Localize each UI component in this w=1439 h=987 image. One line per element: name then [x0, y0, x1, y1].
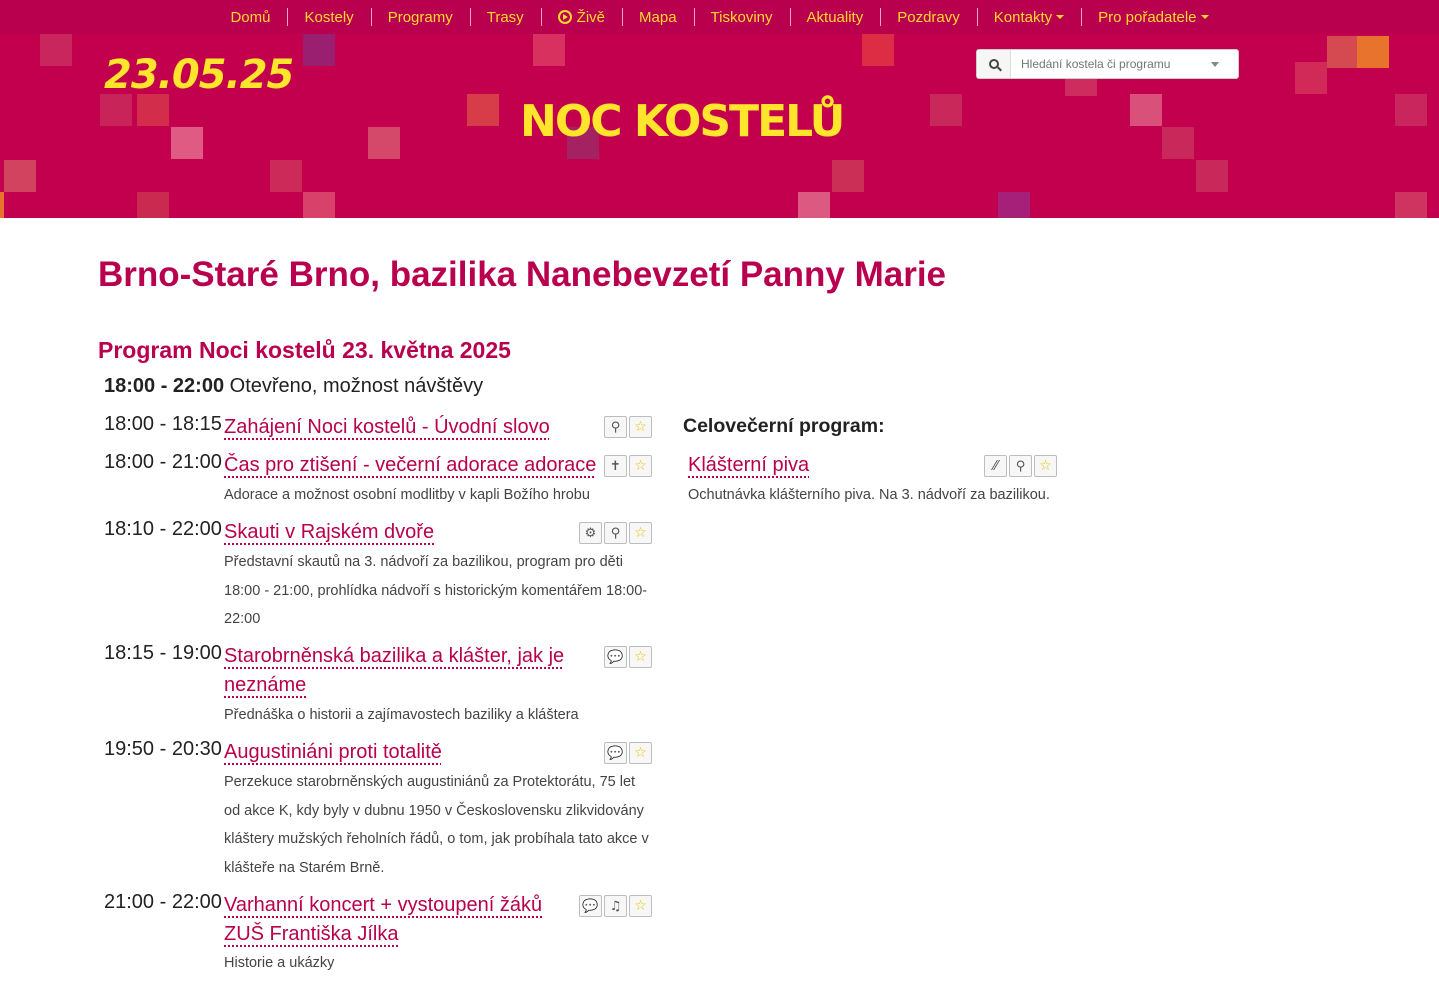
people-icon[interactable]: ⚲	[604, 416, 627, 438]
program-icons: 💬 ♫ ☆	[579, 895, 652, 917]
program-item: 21:00 - 22:00 Varhanní koncert + vystoup…	[104, 891, 660, 981]
program-title-link[interactable]: Starobrněnská bazilika a klášter, jak je…	[224, 642, 584, 700]
evening-program-item: Klášterní piva Ochutnávka klášterního pi…	[568, 451, 1068, 511]
program-item: 18:10 - 22:00 Skauti v Rajském dvoře Pře…	[104, 518, 660, 633]
star-icon[interactable]: ☆	[629, 416, 652, 438]
program-title-link[interactable]: Augustiniáni proti totalitě	[224, 738, 442, 767]
nav-item-zive[interactable]: Živě	[540, 0, 622, 34]
program-item: 18:00 - 18:15 Zahájení Noci kostelů - Úv…	[104, 413, 660, 443]
program-icons: ⚲ ☆	[604, 416, 652, 438]
opening-text: Otevřeno, možnost návštěvy	[229, 375, 484, 397]
program-title-link[interactable]: Čas pro ztišení - večerní adorace adorac…	[224, 451, 596, 480]
nav-item-mapa[interactable]: Mapa	[622, 0, 694, 34]
play-icon	[557, 10, 572, 24]
program-time: 19:50 - 20:30	[104, 738, 222, 760]
nav-item-aktuality[interactable]: Aktuality	[789, 0, 881, 34]
nav-item-programy[interactable]: Programy	[370, 0, 470, 34]
talk-icon[interactable]: 💬	[604, 646, 627, 668]
evening-title-link[interactable]: Klášterní piva	[688, 451, 809, 480]
program-title-link[interactable]: Varhanní koncert + vystoupení žáků ZUŠ F…	[224, 891, 564, 949]
program-title-link[interactable]: Skauti v Rajském dvoře	[224, 518, 434, 547]
talk-icon[interactable]: 💬	[604, 742, 627, 764]
search-icon	[988, 59, 999, 69]
opening-time: 18:00 - 22:00	[104, 375, 225, 397]
evening-program-heading: Celovečerní program:	[683, 415, 885, 437]
search-tour-icon[interactable]: ⚙	[579, 522, 602, 544]
site-logo[interactable]: NOC KOSTELŮ	[520, 96, 845, 147]
nav-item-kontakty[interactable]: Kontakty	[976, 0, 1081, 34]
search-input[interactable]	[1011, 50, 1211, 78]
dropdown-arrow-icon[interactable]	[1211, 62, 1219, 78]
program-time: 18:00 - 21:00	[104, 451, 222, 473]
nav-item-domu[interactable]: Domů	[213, 0, 287, 34]
people-icon[interactable]: ⚲	[604, 522, 627, 544]
music-icon[interactable]: ♫	[604, 895, 627, 917]
star-icon[interactable]: ☆	[629, 522, 652, 544]
event-date: 23.05.25	[104, 52, 294, 98]
nav-item-pozdravy[interactable]: Pozdravy	[880, 0, 977, 34]
program-icons: ⚙ ⚲ ☆	[579, 522, 652, 544]
header-banner: 23.05.25 NOC KOSTELŮ	[0, 34, 1439, 218]
program-icons: 💬 ☆	[604, 646, 652, 668]
star-icon[interactable]: ☆	[629, 646, 652, 668]
nav-item-kostely[interactable]: Kostely	[287, 0, 370, 34]
program-icons: 💬 ☆	[604, 742, 652, 764]
program-description: Historie a ukázky	[224, 955, 335, 971]
program-time: 21:00 - 22:00	[104, 891, 222, 913]
search-button[interactable]	[977, 50, 1011, 78]
program-description: Přednáška o historii a zajímavostech baz…	[224, 707, 579, 723]
caret-down-icon	[1200, 15, 1209, 19]
opening-hours: 18:00 - 22:00 Otevřeno, možnost návštěvy	[104, 375, 483, 398]
nav-item-trasy[interactable]: Trasy	[469, 0, 541, 34]
caret-down-icon	[1056, 15, 1065, 19]
top-navigation: Domů Kostely Programy Trasy Živě Mapa Ti…	[0, 0, 1439, 34]
nav-item-tiskoviny[interactable]: Tiskoviny	[693, 0, 790, 34]
star-icon[interactable]: ☆	[629, 742, 652, 764]
program-description: Představní skautů na 3. nádvoří za bazil…	[224, 554, 648, 627]
page-title: Brno-Staré Brno, bazilika Nanebevzetí Pa…	[98, 255, 947, 294]
program-item: 18:15 - 19:00 Starobrněnská bazilika a k…	[104, 642, 660, 730]
program-description: Perzekuce starobrněnských augustiniánů z…	[224, 774, 649, 876]
program-time: 18:10 - 22:00	[104, 518, 222, 540]
search-box	[976, 49, 1239, 79]
program-time: 18:15 - 19:00	[104, 642, 222, 664]
nav-item-pro-poradatele[interactable]: Pro pořadatele	[1081, 0, 1225, 34]
program-title-link[interactable]: Zahájení Noci kostelů - Úvodní slovo	[224, 413, 550, 442]
people-icon[interactable]: ⚲	[1009, 455, 1032, 477]
program-time: 18:00 - 18:15	[104, 413, 222, 435]
refreshment-icon[interactable]: ⁄⁄	[984, 455, 1007, 477]
star-icon[interactable]: ☆	[1034, 455, 1057, 477]
evening-description: Ochutnávka klášterního piva. Na 3. nádvo…	[688, 487, 1050, 503]
talk-icon[interactable]: 💬	[579, 895, 602, 917]
evening-icons: ⁄⁄ ⚲ ☆	[984, 455, 1057, 477]
program-item: 19:50 - 20:30 Augustiniáni proti totalit…	[104, 738, 660, 881]
star-icon[interactable]: ☆	[629, 895, 652, 917]
program-heading: Program Noci kostelů 23. května 2025	[98, 337, 511, 363]
